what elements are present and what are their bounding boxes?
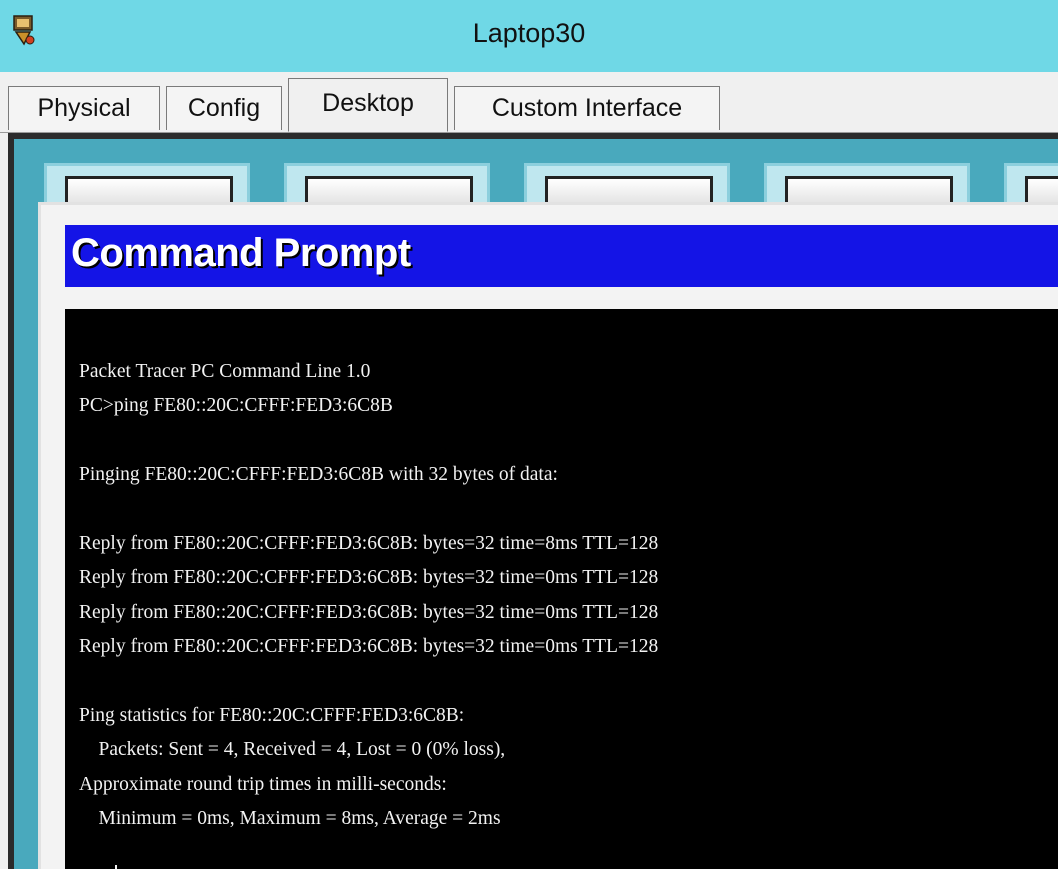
terminal-line: Reply from FE80::20C:CFFF:FED3:6C8B: byt… bbox=[79, 532, 659, 554]
laptop-window: Laptop30 Physical Config Desktop Custom … bbox=[0, 0, 1058, 869]
terminal-line: Packets: Sent = 4, Received = 4, Lost = … bbox=[79, 739, 506, 761]
terminal-line: Ping statistics for FE80::20C:CFFF:FED3:… bbox=[79, 704, 465, 726]
terminal-line: Minimum = 0ms, Maximum = 8ms, Average = … bbox=[79, 808, 501, 830]
window-title: Laptop30 bbox=[472, 18, 586, 48]
terminal-line: Approximate round trip times in milli-se… bbox=[79, 773, 447, 795]
tab-custom-interface[interactable]: Custom Interface bbox=[454, 86, 720, 130]
terminal-line: Reply from FE80::20C:CFFF:FED3:6C8B: byt… bbox=[79, 636, 659, 658]
command-prompt-title: Command Prompt bbox=[71, 231, 411, 275]
window-titlebar[interactable]: Laptop30 bbox=[0, 0, 1058, 73]
terminal-line: Packet Tracer PC Command Line 1.0 bbox=[79, 361, 371, 382]
terminal-line: Reply from FE80::20C:CFFF:FED3:6C8B: byt… bbox=[79, 601, 659, 623]
terminal-cursor bbox=[115, 865, 117, 869]
terminal-text: Packet Tracer PC Command Line 1.0 PC>ping… bbox=[79, 355, 658, 836]
tab-desktop[interactable]: Desktop bbox=[288, 78, 448, 132]
device-tab-bar: Physical Config Desktop Custom Interface bbox=[0, 72, 1058, 133]
terminal-output[interactable]: Packet Tracer PC Command Line 1.0 PC>ping… bbox=[65, 309, 1058, 869]
terminal-line: PC>ping FE80::20C:CFFF:FED3:6C8B bbox=[79, 395, 393, 417]
tab-physical[interactable]: Physical bbox=[8, 86, 160, 130]
terminal-line: Reply from FE80::20C:CFFF:FED3:6C8B: byt… bbox=[79, 567, 659, 589]
command-prompt-titlebar[interactable]: Command Prompt bbox=[65, 225, 1058, 287]
terminal-line: Pinging FE80::20C:CFFF:FED3:6C8B with 32… bbox=[79, 464, 558, 486]
tab-config[interactable]: Config bbox=[166, 86, 282, 130]
command-prompt-window: Command Prompt Packet Tracer PC Command … bbox=[38, 202, 1058, 869]
